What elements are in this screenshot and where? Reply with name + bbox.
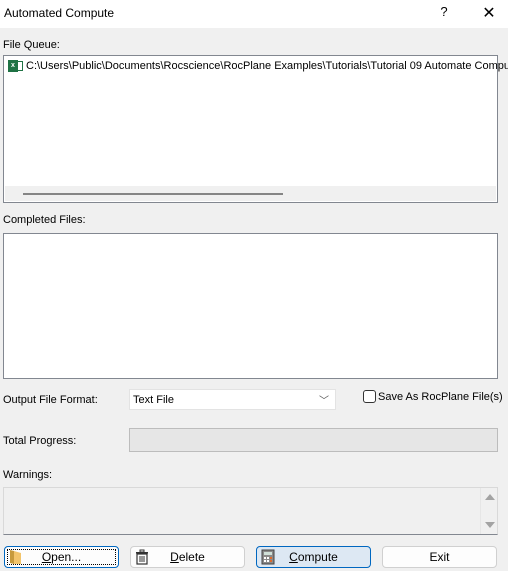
title-bar: Automated Compute ? ✕ [0, 0, 508, 28]
output-format-label: Output File Format: [3, 394, 98, 406]
chevron-down-icon: ﹀ [319, 396, 329, 407]
delete-button[interactable]: Delete [130, 546, 245, 568]
folder-icon [10, 550, 21, 564]
file-queue-label: File Queue: [3, 39, 60, 51]
total-progress-label: Total Progress: [3, 435, 77, 447]
file-path: C:\Users\Public\Documents\Rocscience\Roc… [26, 60, 508, 72]
open-button[interactable]: Open... [4, 546, 119, 568]
excel-file-icon: x [8, 59, 24, 73]
output-format-value: Text File [133, 394, 174, 406]
window-title: Automated Compute [4, 6, 115, 20]
warnings-box[interactable] [3, 487, 498, 535]
open-button-label: Open... [41, 550, 82, 564]
horizontal-scrollbar[interactable] [5, 186, 496, 201]
exit-button-label: Exit [429, 550, 450, 564]
scrollbar-thumb[interactable] [23, 193, 283, 195]
exit-button[interactable]: Exit [382, 546, 497, 568]
vertical-scrollbar[interactable] [480, 488, 497, 534]
close-icon[interactable]: ✕ [478, 3, 500, 23]
completed-files-list[interactable] [3, 233, 498, 379]
save-as-rocplane-checkbox[interactable] [363, 390, 376, 403]
output-format-select[interactable]: Text File ﹀ [129, 389, 336, 410]
list-item[interactable]: x C:\Users\Public\Documents\Rocscience\R… [8, 59, 508, 73]
compute-button-label: Compute [289, 550, 338, 564]
file-queue-list[interactable]: x C:\Users\Public\Documents\Rocscience\R… [3, 55, 508, 203]
total-progress-bar [129, 428, 498, 452]
scroll-down-icon[interactable] [485, 522, 495, 528]
save-as-rocplane-label[interactable]: Save As RocPlane File(s) [378, 391, 503, 403]
scroll-up-icon[interactable] [485, 494, 495, 500]
delete-button-label: Delete [170, 550, 205, 564]
help-icon[interactable]: ? [434, 4, 454, 22]
completed-files-label: Completed Files: [3, 214, 86, 226]
trash-icon [136, 549, 148, 565]
warnings-label: Warnings: [3, 469, 53, 481]
calculator-icon [261, 549, 275, 565]
compute-button[interactable]: Compute [256, 546, 371, 568]
